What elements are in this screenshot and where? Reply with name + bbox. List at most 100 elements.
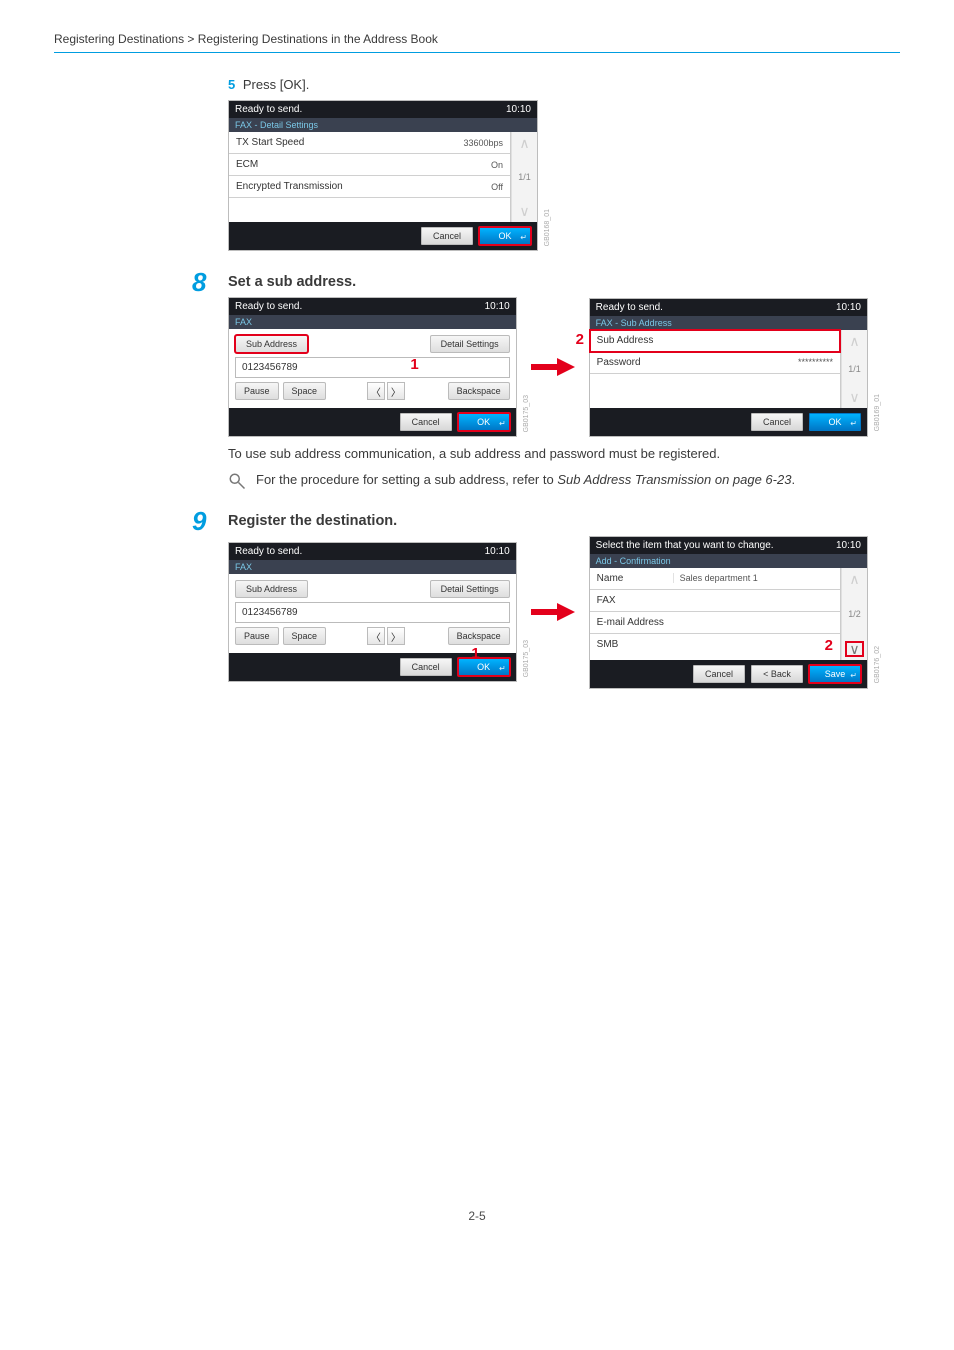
row-value: Sales department 1: [673, 573, 833, 583]
panel-sub-address-list: 2 Ready to send. 10:10 FAX - Sub Address…: [589, 298, 868, 437]
list-item-password[interactable]: Password **********: [590, 352, 840, 374]
ok-button[interactable]: OK↵: [458, 658, 510, 676]
scroll-up-icon[interactable]: [849, 572, 859, 586]
row-label: FAX: [597, 595, 665, 606]
save-button[interactable]: Save↵: [809, 665, 861, 683]
space-button[interactable]: Space: [283, 627, 327, 645]
arrow-right-icon: [531, 600, 575, 624]
row-label: Sub Address: [597, 335, 654, 346]
panel-c-time: 10:10: [836, 302, 861, 313]
list-item-name[interactable]: Name Sales department 1: [590, 568, 840, 590]
enter-icon: ↵: [850, 671, 857, 680]
image-tag: GB0176_02: [874, 646, 881, 683]
step-9-title: Register the destination.: [228, 513, 397, 529]
image-tag: GB0169_01: [874, 394, 881, 431]
empty-row: [590, 374, 840, 402]
step-8-number: 8: [192, 267, 206, 298]
cancel-button[interactable]: Cancel: [400, 658, 452, 676]
magnifier-icon: [228, 472, 246, 490]
list-item-smb[interactable]: SMB: [590, 634, 840, 656]
cancel-button[interactable]: Cancel: [693, 665, 745, 683]
scroll-up-icon[interactable]: [849, 334, 859, 348]
panel-detail-settings: Ready to send. 10:10 FAX - Detail Settin…: [228, 100, 538, 251]
space-button[interactable]: Space: [283, 382, 327, 400]
list-item[interactable]: ECM On: [229, 154, 510, 176]
breadcrumb: Registering Destinations > Registering D…: [54, 32, 900, 53]
cancel-button[interactable]: Cancel: [421, 227, 473, 245]
backspace-button[interactable]: Backspace: [448, 382, 510, 400]
image-tag: GB0168_01: [544, 209, 551, 246]
row-label: E-mail Address: [597, 617, 665, 628]
scroll-up-icon[interactable]: [519, 136, 529, 150]
list-item-email[interactable]: E-mail Address: [590, 612, 840, 634]
row-value: On: [491, 160, 503, 170]
list-item-fax[interactable]: FAX: [590, 590, 840, 612]
input-value: 0123456789: [242, 607, 298, 618]
sub-address-input[interactable]: 0123456789 1: [235, 357, 510, 378]
page-counter: 1/1: [518, 172, 531, 182]
back-button[interactable]: < Back: [751, 665, 803, 683]
enter-icon: ↵: [850, 419, 857, 428]
enter-icon: ↵: [520, 233, 527, 242]
cursor-right-button[interactable]: 〉: [387, 627, 405, 645]
ok-button[interactable]: OK↵: [809, 413, 861, 431]
panel-sub-address-entry: Ready to send. 10:10 FAX Sub Address Det…: [228, 297, 517, 437]
cancel-button[interactable]: Cancel: [751, 413, 803, 431]
arrow-right-icon: [531, 355, 575, 379]
image-tag: GB0175_03: [523, 395, 530, 432]
pause-button[interactable]: Pause: [235, 627, 279, 645]
row-label: ECM: [236, 159, 258, 170]
tab-detail-settings[interactable]: Detail Settings: [430, 580, 510, 598]
tab-sub-address[interactable]: Sub Address: [235, 335, 308, 353]
panel-d-status: Ready to send.: [235, 546, 302, 557]
panel-a-status: Ready to send.: [235, 104, 302, 115]
step-9-number: 9: [192, 506, 206, 537]
panel-b-subtitle: FAX: [229, 315, 516, 329]
row-value: 33600bps: [463, 138, 503, 148]
row-value: Off: [491, 182, 503, 192]
row-label: TX Start Speed: [236, 137, 304, 148]
cancel-button[interactable]: Cancel: [400, 413, 452, 431]
step-5-text: Press [OK].: [243, 77, 309, 92]
input-value: 0123456789: [242, 362, 298, 373]
callout-2: 2: [576, 331, 584, 348]
panel-add-confirmation: Select the item that you want to change.…: [589, 536, 868, 689]
row-label: Password: [597, 357, 641, 368]
row-value: **********: [798, 357, 833, 367]
list-item[interactable]: TX Start Speed 33600bps: [229, 132, 510, 154]
empty-row: [229, 198, 510, 216]
ok-button[interactable]: OK↵: [458, 413, 510, 431]
scroll-down-icon[interactable]: [846, 642, 862, 656]
list-item-sub-address[interactable]: Sub Address: [590, 330, 840, 352]
ok-button[interactable]: OK↵: [479, 227, 531, 245]
sub-address-input[interactable]: 0123456789: [235, 602, 510, 623]
row-label: Encrypted Transmission: [236, 181, 343, 192]
panel-sub-address-entry-2: Ready to send. 10:10 FAX Sub Address Det…: [228, 542, 517, 682]
step-5-number: 5: [228, 77, 235, 92]
panel-e-subtitle: Add - Confirmation: [590, 554, 867, 568]
panel-a-subtitle: FAX - Detail Settings: [229, 118, 537, 132]
panel-d-time: 10:10: [485, 546, 510, 557]
pause-button[interactable]: Pause: [235, 382, 279, 400]
cursor-right-button[interactable]: 〉: [387, 382, 405, 400]
callout-1: 1: [410, 356, 418, 373]
list-item[interactable]: Encrypted Transmission Off: [229, 176, 510, 198]
enter-icon: ↵: [499, 664, 506, 673]
panel-a-time: 10:10: [506, 104, 531, 115]
panel-c-status: Ready to send.: [596, 302, 663, 313]
scroll-down-icon[interactable]: [519, 204, 529, 218]
step-8-title: Set a sub address.: [228, 274, 356, 290]
panel-d-subtitle: FAX: [229, 560, 516, 574]
tab-detail-settings[interactable]: Detail Settings: [430, 335, 510, 353]
row-label: SMB: [597, 639, 665, 650]
tab-sub-address[interactable]: Sub Address: [235, 580, 308, 598]
image-tag: GB0175_03: [523, 640, 530, 677]
scroll-down-icon[interactable]: [849, 390, 859, 404]
page-counter: 1/1: [848, 364, 861, 374]
backspace-button[interactable]: Backspace: [448, 627, 510, 645]
panel-b-time: 10:10: [485, 301, 510, 312]
panel-e-status: Select the item that you want to change.: [596, 540, 774, 551]
cursor-left-button[interactable]: 〈: [367, 627, 385, 645]
cursor-left-button[interactable]: 〈: [367, 382, 385, 400]
enter-icon: ↵: [499, 419, 506, 428]
